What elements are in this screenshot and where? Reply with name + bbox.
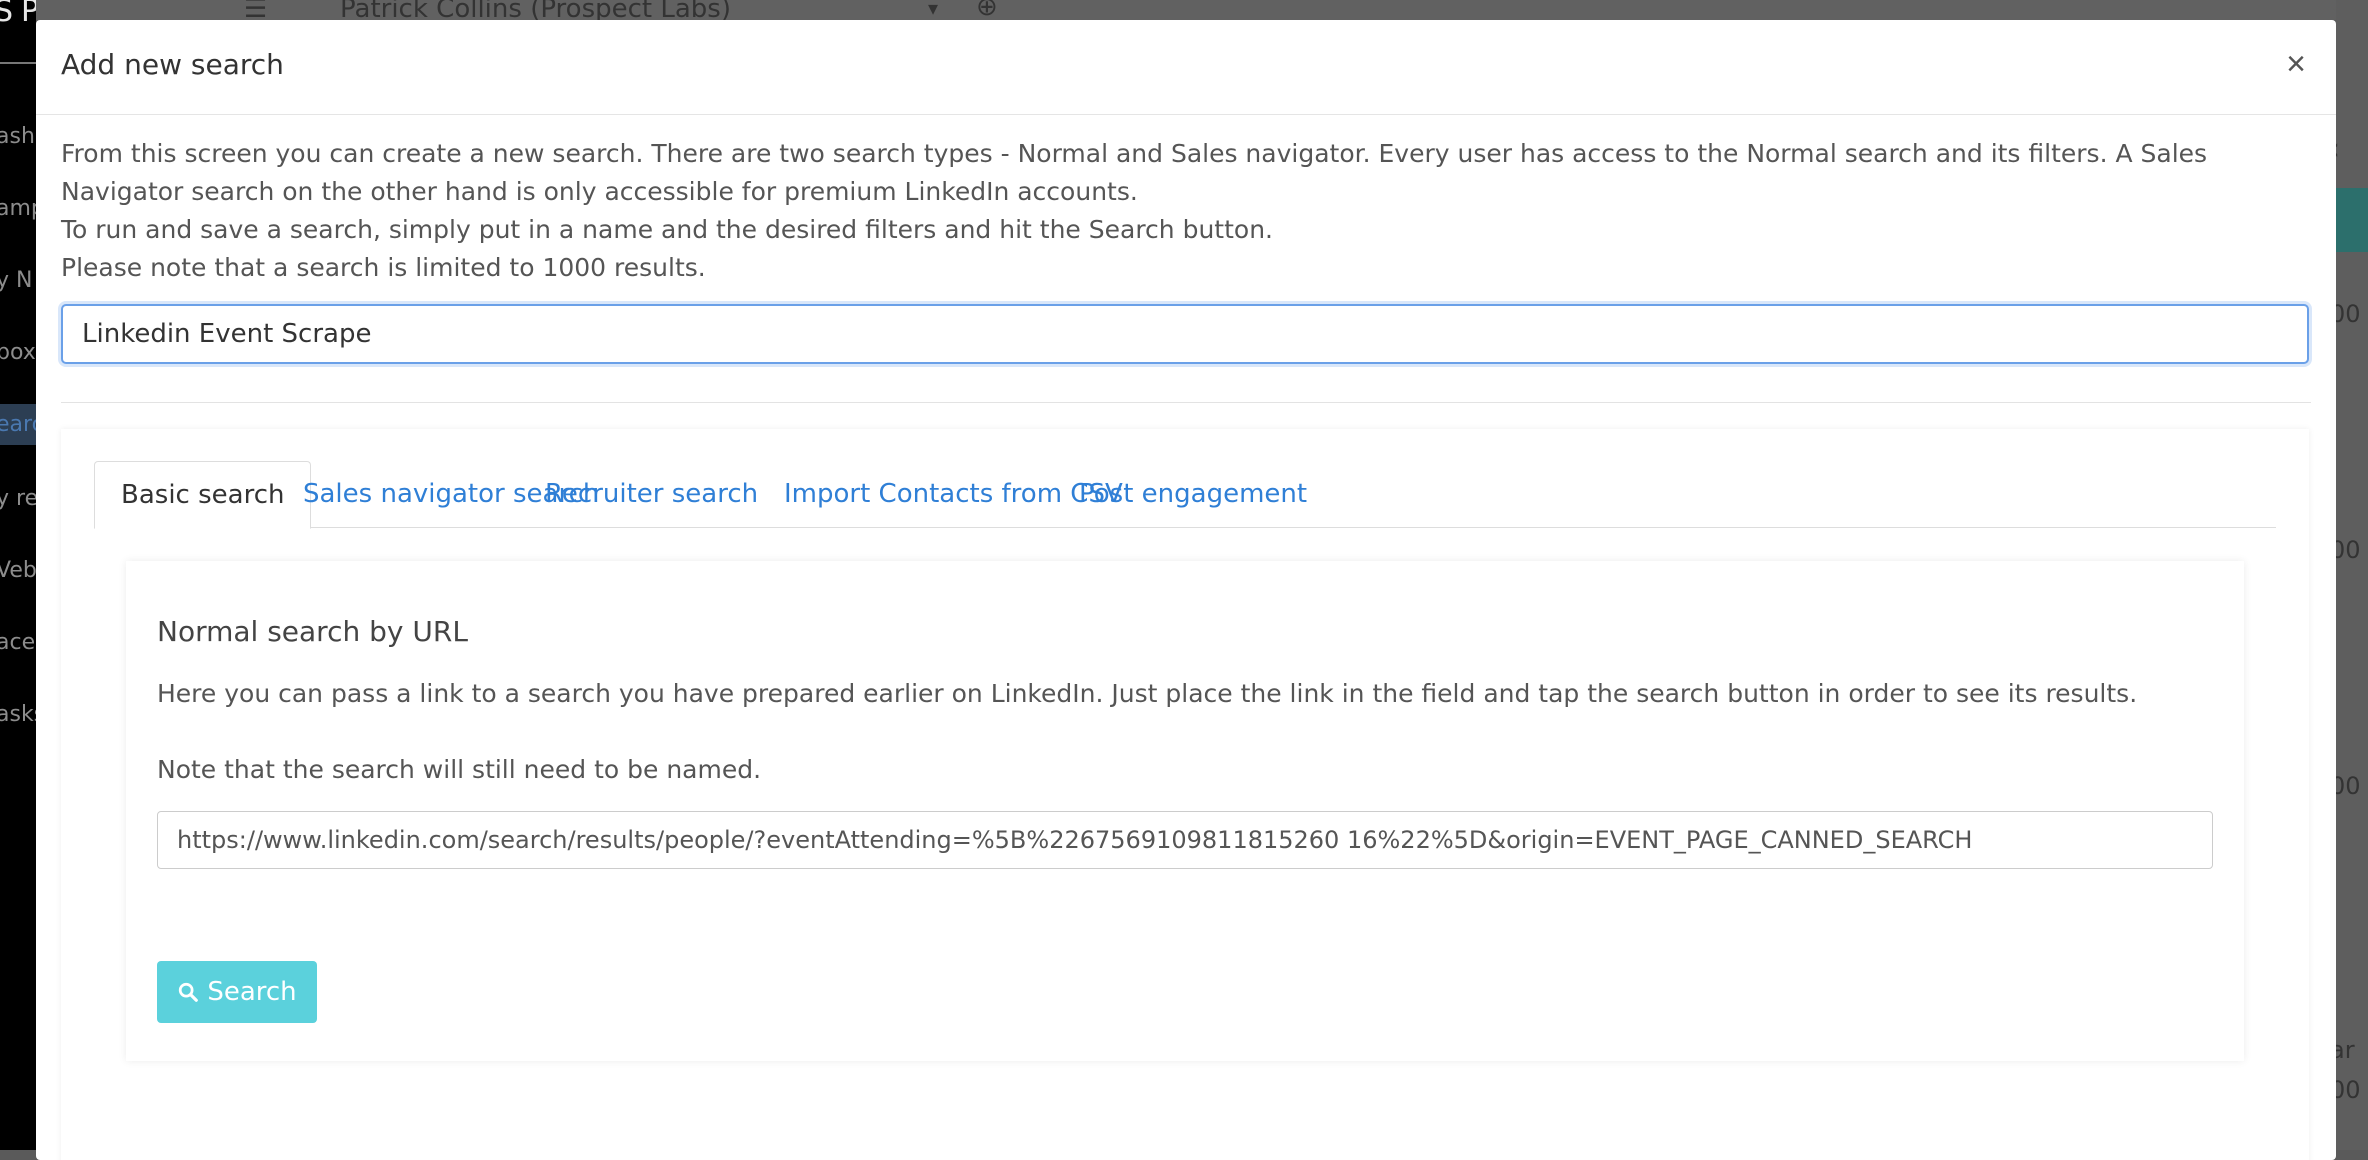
search-button[interactable]: Search <box>157 961 317 1023</box>
search-name-input[interactable] <box>61 304 2309 364</box>
app-right-panel <box>2336 0 2368 1150</box>
sidebar-item-tasks[interactable]: asks <box>0 702 36 727</box>
basic-search-card: Normal search by URL Here you can pass a… <box>126 561 2244 1061</box>
app-sidebar: SPECT LABS ash amp y N box earc y re Veb… <box>0 0 36 1150</box>
search-button-label: Search <box>207 977 297 1007</box>
add-search-modal: Add new search × From this screen you ca… <box>36 20 2336 1160</box>
intro-paragraph: Please note that a search is limited to … <box>61 253 706 282</box>
sidebar-item-webhooks[interactable]: Veb <box>0 558 36 583</box>
sidebar-item-workspace[interactable]: ace <box>0 630 35 655</box>
sidebar-item-campaigns[interactable]: amp <box>0 196 36 221</box>
modal-body: From this screen you can create a new se… <box>36 135 2336 1160</box>
section-description: Here you can pass a link to a search you… <box>157 679 2138 708</box>
right-panel-header-bar <box>2336 188 2368 252</box>
search-type-panel: Basic search Sales navigator search Recr… <box>61 429 2309 1160</box>
sidebar-item-dashboard[interactable]: ash <box>0 124 35 149</box>
modal-header: Add new search × <box>36 20 2336 115</box>
search-icon <box>179 982 199 1002</box>
divider <box>61 402 2311 403</box>
search-type-tabs: Basic search Sales navigator search Recr… <box>94 461 2276 529</box>
app-topbar: ☰ Patrick Collins (Prospect Labs) ▾ ⊕ <box>36 0 2368 24</box>
add-circle-icon[interactable]: ⊕ <box>976 0 998 22</box>
brand-divider <box>0 62 36 64</box>
section-note: Note that the search will still need to … <box>157 755 762 784</box>
tab-post-engagement[interactable]: Post engagement <box>1079 461 1307 527</box>
sidebar-item-inbox[interactable]: box <box>0 340 36 365</box>
intro-text: From this screen you can create a new se… <box>61 135 2311 287</box>
sidebar-item-search[interactable]: earc <box>0 404 36 445</box>
search-url-input[interactable] <box>157 811 2213 869</box>
sidebar-item-my-network[interactable]: y N <box>0 268 32 293</box>
tab-import-contacts-csv[interactable]: Import Contacts from CSV <box>784 461 1123 527</box>
section-title: Normal search by URL <box>157 615 468 648</box>
intro-paragraph: To run and save a search, simply put in … <box>61 215 1273 244</box>
close-icon[interactable]: × <box>2280 46 2312 82</box>
tab-basic-search[interactable]: Basic search <box>94 461 312 529</box>
chevron-down-icon[interactable]: ▾ <box>928 0 938 20</box>
sidebar-item-my-requests[interactable]: y re <box>0 486 36 511</box>
modal-title: Add new search <box>61 48 284 81</box>
intro-paragraph: From this screen you can create a new se… <box>61 139 2208 206</box>
brand-logo: SPECT LABS <box>0 0 36 29</box>
tab-recruiter-search[interactable]: Recruiter search <box>545 461 758 527</box>
